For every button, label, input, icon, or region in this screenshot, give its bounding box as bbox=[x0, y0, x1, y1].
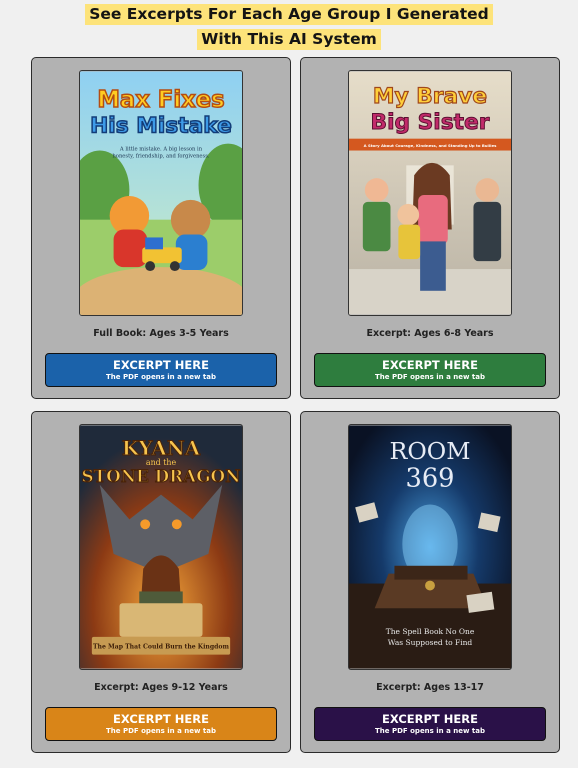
button-title: EXCERPT HERE bbox=[382, 712, 478, 726]
book-card-room369: ROOM 369 The Spell Book No One Was Suppo… bbox=[300, 411, 560, 753]
cover-title-line1: ROOM bbox=[390, 437, 471, 465]
cover-title-line1: KYANA bbox=[122, 436, 201, 460]
age-label: Full Book: Ages 3-5 Years bbox=[93, 328, 229, 339]
cover-title-line2: 369 bbox=[406, 464, 455, 494]
cover-title-line2: His Mistake bbox=[90, 114, 232, 139]
cover-title-line2: Big Sister bbox=[371, 110, 490, 135]
book-card-sister: My Brave Big Sister A Story About Courag… bbox=[300, 57, 560, 399]
button-subtitle: The PDF opens in a new tab bbox=[375, 373, 485, 381]
button-subtitle: The PDF opens in a new tab bbox=[106, 373, 216, 381]
excerpt-button-sister[interactable]: EXCERPT HERE The PDF opens in a new tab bbox=[314, 353, 546, 387]
book-card-max: Max Fixes His Mistake A little mistake. … bbox=[31, 57, 291, 399]
button-subtitle: The PDF opens in a new tab bbox=[106, 727, 216, 735]
excerpt-button-room369[interactable]: EXCERPT HERE The PDF opens in a new tab bbox=[314, 707, 546, 741]
cover-tagline-1: A little mistake. A big lesson in bbox=[119, 147, 203, 153]
book-cover-kyana: KYANA and the STONE DRAGON The Map That … bbox=[79, 424, 243, 670]
cover-tagline-1: The Spell Book No One bbox=[386, 627, 475, 636]
excerpt-button-max[interactable]: EXCERPT HERE The PDF opens in a new tab bbox=[45, 353, 277, 387]
cover-tagline-1: A Story About Courage, Kindness, and Sta… bbox=[364, 143, 497, 148]
cover-title-line1: My Brave bbox=[373, 84, 487, 109]
cover-title-line2: STONE DRAGON bbox=[81, 466, 240, 486]
header-line-2: With This AI System bbox=[197, 29, 381, 50]
cover-tagline-2: Was Supposed to Find bbox=[388, 638, 473, 647]
book-cover-max: Max Fixes His Mistake A little mistake. … bbox=[79, 70, 243, 316]
cover-art-room369: ROOM 369 The Spell Book No One Was Suppo… bbox=[349, 425, 511, 669]
book-cover-room369: ROOM 369 The Spell Book No One Was Suppo… bbox=[348, 424, 512, 670]
header-line-1: See Excerpts For Each Age Group I Genera… bbox=[85, 4, 493, 25]
cover-title-line1: Max Fixes bbox=[97, 87, 224, 113]
cover-art-sister: My Brave Big Sister A Story About Courag… bbox=[349, 71, 511, 315]
button-subtitle: The PDF opens in a new tab bbox=[375, 727, 485, 735]
cover-art-kyana: KYANA and the STONE DRAGON The Map That … bbox=[80, 425, 242, 669]
button-title: EXCERPT HERE bbox=[113, 712, 209, 726]
age-label: Excerpt: Ages 13-17 bbox=[376, 682, 484, 693]
cover-art-max: Max Fixes His Mistake A little mistake. … bbox=[80, 71, 242, 315]
age-label: Excerpt: Ages 6-8 Years bbox=[366, 328, 494, 339]
cover-tagline-2: honesty, friendship, and forgiveness. bbox=[112, 153, 209, 159]
button-title: EXCERPT HERE bbox=[113, 358, 209, 372]
page-header: See Excerpts For Each Age Group I Genera… bbox=[0, 4, 578, 54]
button-title: EXCERPT HERE bbox=[382, 358, 478, 372]
book-card-kyana: KYANA and the STONE DRAGON The Map That … bbox=[31, 411, 291, 753]
excerpt-button-kyana[interactable]: EXCERPT HERE The PDF opens in a new tab bbox=[45, 707, 277, 741]
book-cover-sister: My Brave Big Sister A Story About Courag… bbox=[348, 70, 512, 316]
age-label: Excerpt: Ages 9-12 Years bbox=[94, 682, 228, 693]
cover-tagline-1: The Map That Could Burn the Kingdom bbox=[93, 644, 229, 651]
